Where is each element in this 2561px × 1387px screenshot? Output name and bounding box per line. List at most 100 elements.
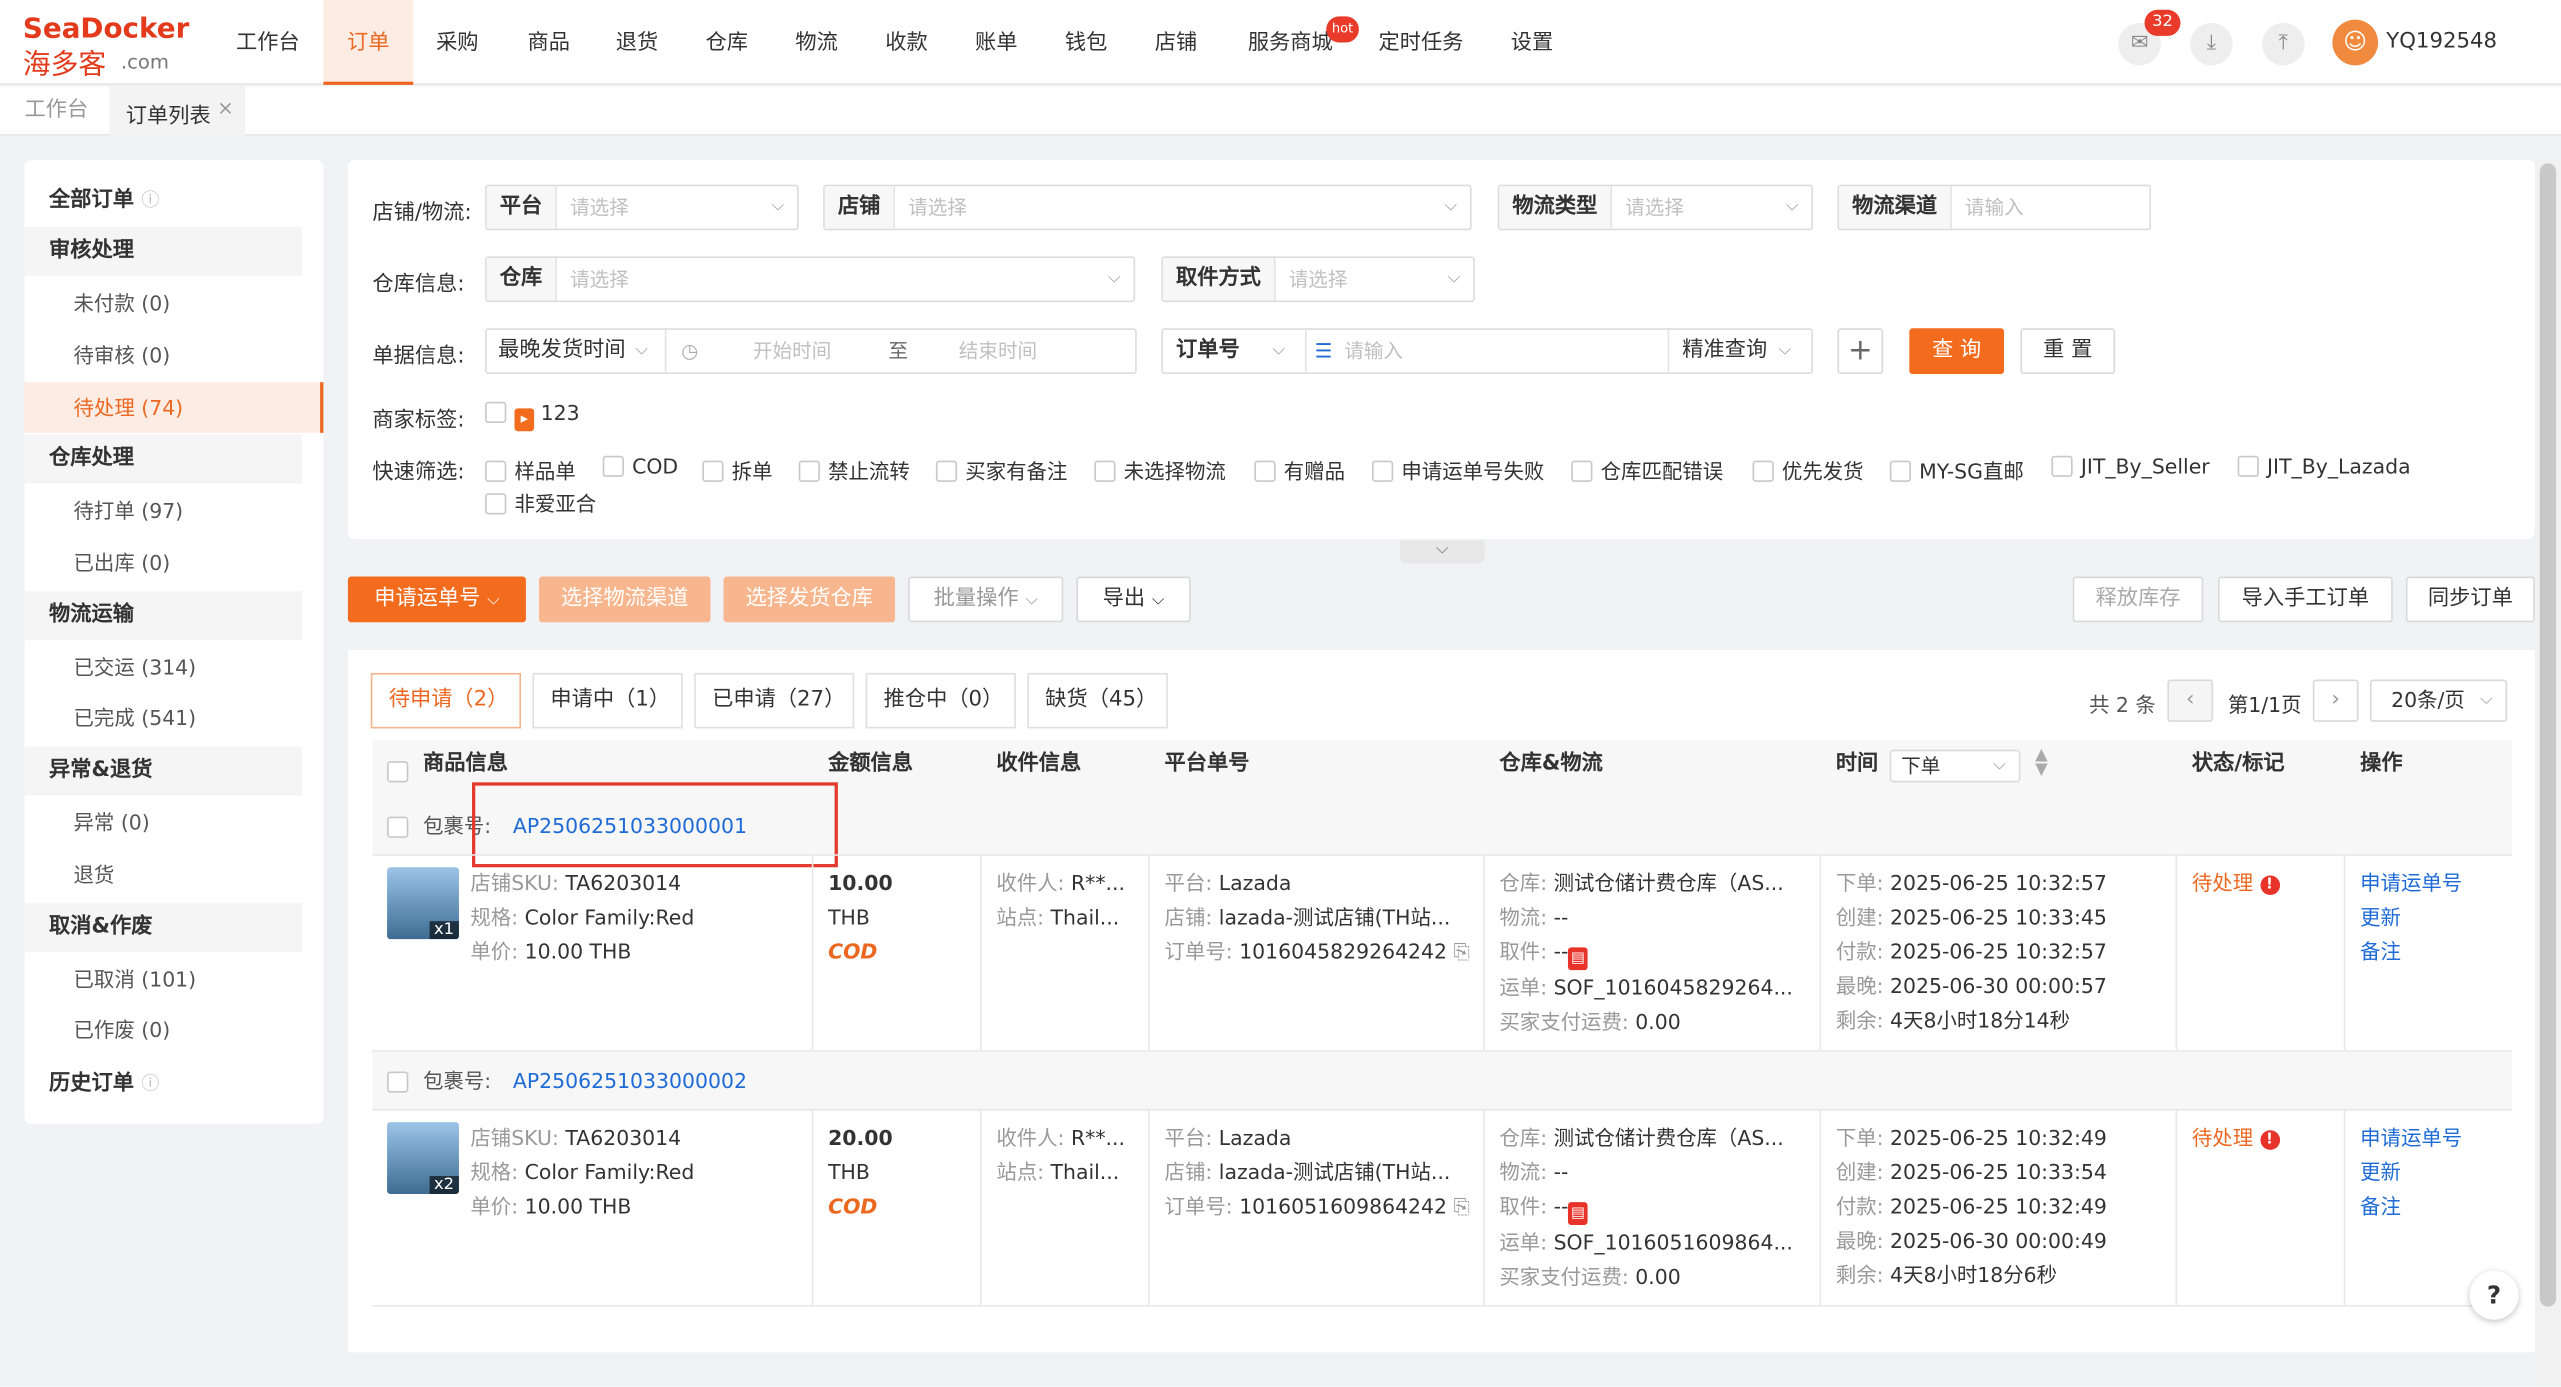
sidebar-item-completed[interactable]: 已完成 (541) [24,694,323,743]
prev-page-button[interactable]: ‹ [2167,679,2214,722]
nav-orders[interactable]: 订单 [323,0,414,85]
page-tab-workbench[interactable]: 工作台 [8,87,104,136]
help-button[interactable]: ? [2469,1270,2519,1320]
copy-icon[interactable]: ⎘ [1454,1194,1470,1218]
quick-filter-feiai[interactable]: 非爱亚合 [485,487,596,518]
update-link[interactable]: 更新 [2360,900,2462,934]
page-tab-active[interactable]: 订单列表 × [109,86,245,136]
start-time-input[interactable]: 开始时间 [753,330,831,372]
end-time-input[interactable]: 结束时间 [959,330,1037,372]
apply-waybill-link[interactable]: 申请运单号 [2360,1120,2462,1154]
quick-filter-jit-lazada[interactable]: JIT_By_Lazada [2237,454,2411,479]
nav-workbench[interactable]: 工作台 [220,0,315,85]
apply-waybill-button[interactable]: 申请运单号 ⌵ [347,576,526,623]
nav-products[interactable]: 商品 [506,0,591,85]
remark-link[interactable]: 备注 [2360,934,2462,968]
scrollbar-thumb[interactable] [2539,163,2557,1307]
package-no-link[interactable]: AP2506251033000002 [513,1052,747,1109]
sidebar-history[interactable]: 历史订单 ⓘ [24,1060,303,1110]
quick-filter-buyer-note[interactable]: 买家有备注 [935,454,1067,485]
nav-logistics[interactable]: 物流 [777,0,855,85]
sidebar-item-handed-over[interactable]: 已交运 (314) [24,644,323,693]
product-thumbnail[interactable]: x1 [387,867,459,940]
package-checkbox[interactable] [387,1053,416,1110]
release-stock-button[interactable]: 释放库存 [2072,576,2204,623]
select-all-checkbox[interactable] [387,755,416,786]
time-range-picker[interactable]: 最晚发货时间 ⌵ ◷ 开始时间 至 结束时间 [485,328,1137,375]
tab-pushing[interactable]: 推仓中（0） [865,672,1016,729]
platform-select[interactable]: 平台 请选择 ⌵ [485,184,799,231]
tab-applying[interactable]: 申请中（1） [532,672,683,729]
page-size-select[interactable]: 20条/页 ⌵ [2369,679,2508,722]
quick-filter-jit-seller[interactable]: JIT_By_Seller [2051,454,2210,479]
sort-icon[interactable]: ▲ ▼ [2035,747,2048,778]
select-warehouse-button[interactable]: 选择发货仓库 [723,576,896,623]
upload-icon[interactable]: ⤒ [2262,22,2305,66]
nav-purchase[interactable]: 采购 [418,0,496,85]
import-manual-button[interactable]: 导入手工订单 [2218,576,2393,623]
sidebar-item-exception[interactable]: 异常 (0) [24,799,323,848]
logistics-type-select[interactable]: 物流类型 请选择 ⌵ [1497,184,1813,231]
username[interactable]: YQ192548 [2386,29,2497,53]
next-page-button[interactable]: › [2312,679,2359,722]
query-button[interactable]: 查 询 [1909,328,2005,375]
quick-filter-cod[interactable]: COD [602,454,678,479]
sidebar-group-cancel[interactable]: 取消&作废 [24,903,303,953]
quick-filter-my-sg[interactable]: MY-SG直邮 [1889,454,2024,485]
time-type-select[interactable]: 最晚发货时间 [498,330,625,372]
sidebar-group-exception[interactable]: 异常&退货 [24,746,303,796]
sidebar-group-warehouse[interactable]: 仓库处理 [24,434,303,484]
export-button[interactable]: 导出 ⌵ [1076,576,1191,623]
pickup-tag-icon[interactable]: ▤ [1568,1202,1588,1225]
quick-filter-split[interactable]: 拆单 [702,454,773,485]
reset-button[interactable]: 重 置 [2020,328,2116,375]
collapse-toggle[interactable]: ⌵ [1399,540,1485,564]
sidebar-item-cancelled[interactable]: 已取消 (101) [24,955,323,1004]
pickup-select[interactable]: 取件方式 请选择 ⌵ [1161,256,1475,303]
shop-select[interactable]: 店铺 请选择 ⌵ [823,184,1472,231]
sidebar-item-voided[interactable]: 已作废 (0) [24,1006,323,1055]
page-tab-order-list[interactable]: 订单列表 [126,98,211,129]
order-no-input[interactable]: 请输入 [1344,330,1403,372]
nav-settings[interactable]: 设置 [1493,0,1571,85]
package-checkbox[interactable] [387,799,416,856]
match-mode-select[interactable]: 精准查询 [1682,330,1767,372]
nav-service-mall[interactable]: 服务商城 [1236,0,1344,85]
sidebar-item-return[interactable]: 退货 [24,851,323,900]
select-channel-button[interactable]: 选择物流渠道 [538,576,711,623]
quick-filter-no-logistics[interactable]: 未选择物流 [1094,454,1226,485]
pickup-tag-icon[interactable]: ▤ [1568,947,1588,971]
sidebar-item-pending-process[interactable]: 待处理 (74) [24,382,324,433]
sidebar-item-shipped-out[interactable]: 已出库 (0) [24,539,323,588]
nav-returns[interactable]: 退货 [598,0,676,85]
sync-orders-button[interactable]: 同步订单 [2405,576,2535,623]
close-icon[interactable]: × [217,96,233,119]
tab-applied[interactable]: 已申请（27） [694,672,855,729]
quick-filter-no-transfer[interactable]: 禁止流转 [798,454,910,485]
quick-filter-warehouse-error[interactable]: 仓库匹配错误 [1571,454,1723,485]
nav-shops[interactable]: 店铺 [1137,0,1215,85]
nav-wallet[interactable]: 钱包 [1047,0,1125,85]
sidebar-item-pending-review[interactable]: 待审核 (0) [24,332,323,381]
sidebar-group-review[interactable]: 审核处理 [24,227,303,277]
order-no-select[interactable]: 订单号 [1176,330,1240,372]
quick-filter-sample[interactable]: 样品单 [485,454,576,485]
merchant-tag-123[interactable]: ▸ 123 [485,400,580,432]
apply-waybill-link[interactable]: 申请运单号 [2360,866,2462,900]
nav-bills[interactable]: 账单 [957,0,1035,85]
batch-ops-button[interactable]: 批量操作 ⌵ [908,576,1064,623]
tab-to-apply[interactable]: 待申请（2） [370,672,522,729]
add-filter-button[interactable]: + [1837,328,1884,375]
logistics-channel-input[interactable]: 物流渠道 请输入 [1837,184,2152,231]
sidebar-item-to-print[interactable]: 待打单 (97) [24,487,323,536]
sidebar-item-unpaid[interactable]: 未付款 (0) [24,279,323,328]
sidebar-all-orders[interactable]: 全部订单 ⓘ [49,176,159,225]
tab-out-of-stock[interactable]: 缺货（45） [1027,672,1168,729]
sidebar-group-transport[interactable]: 物流运输 [24,591,303,641]
warehouse-select[interactable]: 仓库 请选择 ⌵ [485,256,1136,303]
download-icon[interactable]: ⤓ [2190,22,2233,66]
nav-scheduled-tasks[interactable]: 定时任务 [1369,0,1474,85]
time-sort-select[interactable]: 下单 ⌵ [1889,749,2021,783]
user-avatar[interactable]: ☺ [2332,19,2379,66]
nav-collection[interactable]: 收款 [867,0,945,85]
